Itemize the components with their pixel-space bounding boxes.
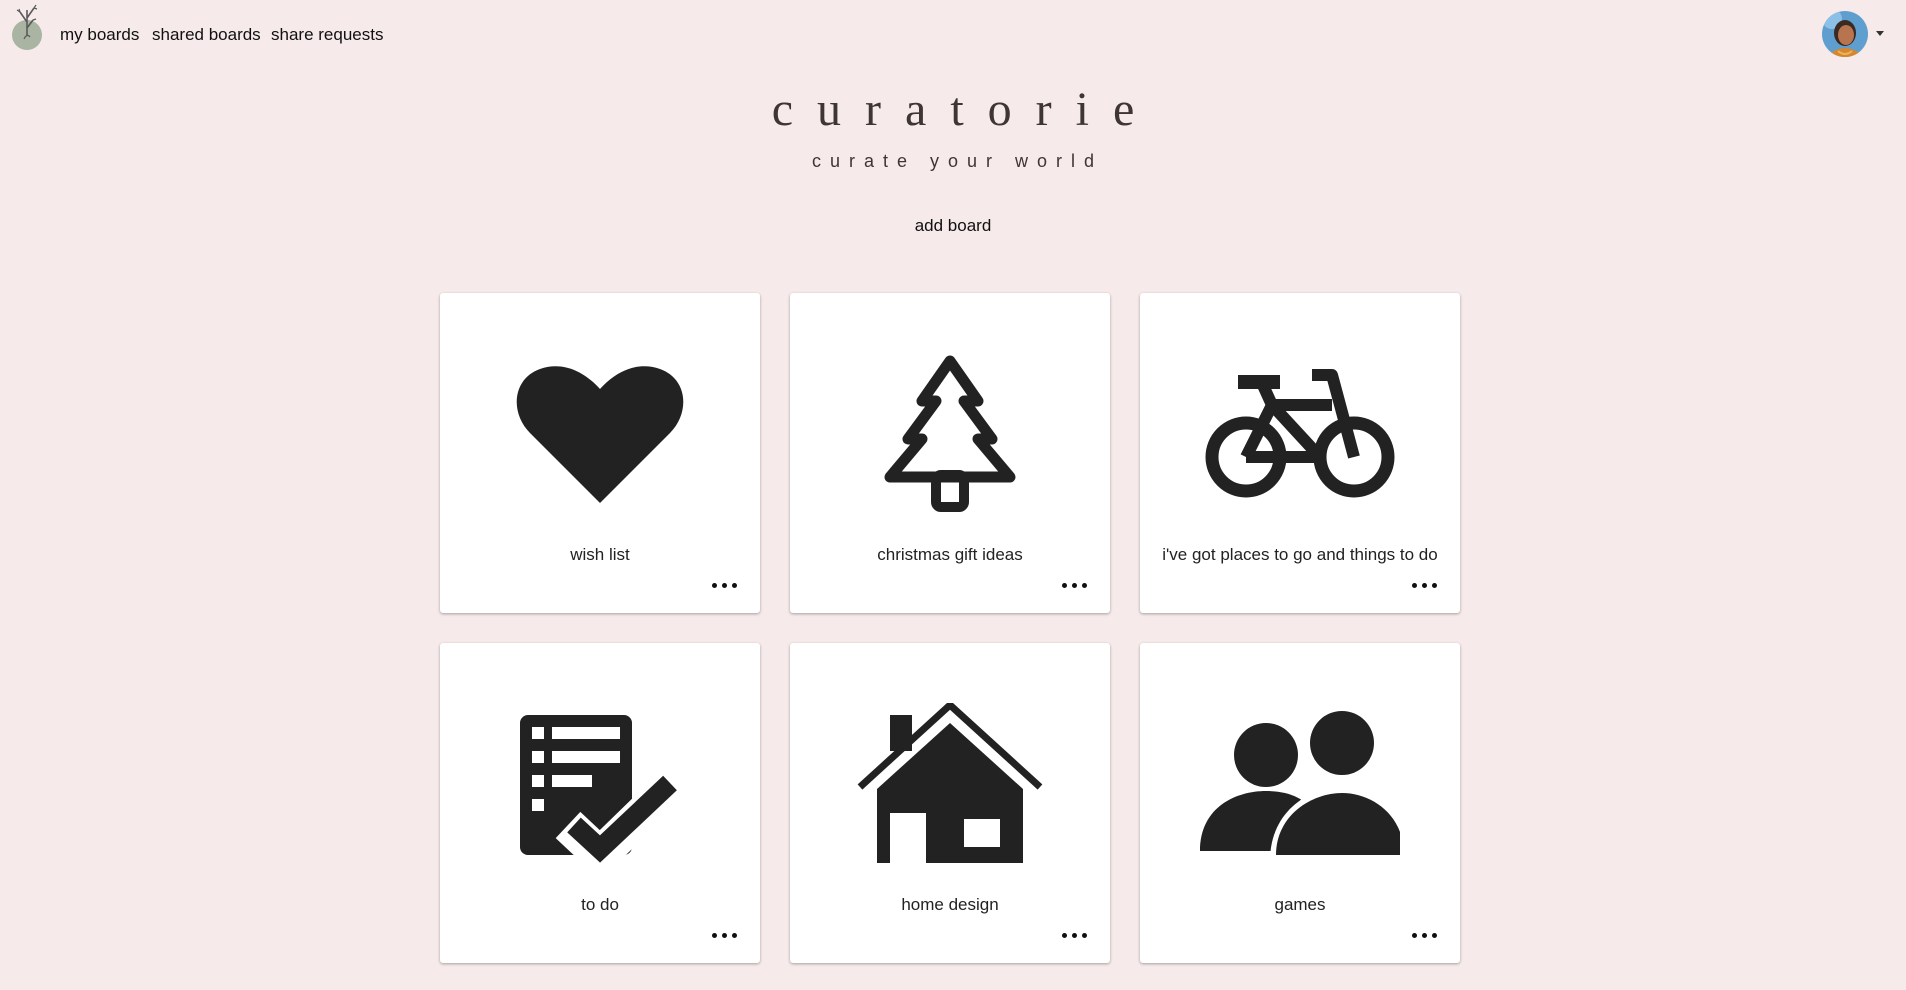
more-options-icon[interactable] [1060,928,1090,942]
board-card-to-do[interactable]: to do [440,643,760,963]
board-card-christmas-gift-ideas[interactable]: christmas gift ideas [790,293,1110,613]
boards-grid: wish list christmas gift ideas i've got … [440,293,1462,963]
board-label: i've got places to go and things to do [1162,545,1438,564]
bicycle-icon [1200,353,1400,513]
tree-icon [850,353,1050,513]
board-card-home-design[interactable]: home design [790,643,1110,963]
brand-tagline: curate your world [811,151,1104,171]
more-options-icon[interactable] [710,578,740,592]
board-label: christmas gift ideas [877,545,1023,564]
user-menu[interactable] [1822,11,1886,59]
more-options-icon[interactable] [1060,578,1090,592]
board-card-wish-list[interactable]: wish list [440,293,760,613]
board-card-places-to-go[interactable]: i've got places to go and things to do [1140,293,1460,613]
heart-icon [500,353,700,513]
more-options-icon[interactable] [1410,578,1440,592]
board-label: to do [581,895,619,914]
checklist-icon [500,703,700,863]
user-avatar[interactable] [1822,11,1868,57]
nav-share-requests-link[interactable]: share requests [271,25,383,45]
more-options-icon[interactable] [710,928,740,942]
brand-title: curatorie [771,83,1159,136]
nav-shared-boards-link[interactable]: shared boards [152,25,261,45]
top-navigation: my boards shared boards share requests [0,0,1906,70]
leaf-pot-logo-icon[interactable] [6,2,48,52]
board-label: games [1274,895,1326,914]
caret-down-icon[interactable] [1876,31,1884,36]
board-label: wish list [570,545,630,564]
house-icon [850,703,1050,863]
board-card-games[interactable]: games [1140,643,1460,963]
nav-my-boards-link[interactable]: my boards [60,25,139,45]
add-board-button[interactable]: add board [853,212,1053,240]
people-icon [1200,703,1400,863]
more-options-icon[interactable] [1410,928,1440,942]
board-label: home design [901,895,999,914]
